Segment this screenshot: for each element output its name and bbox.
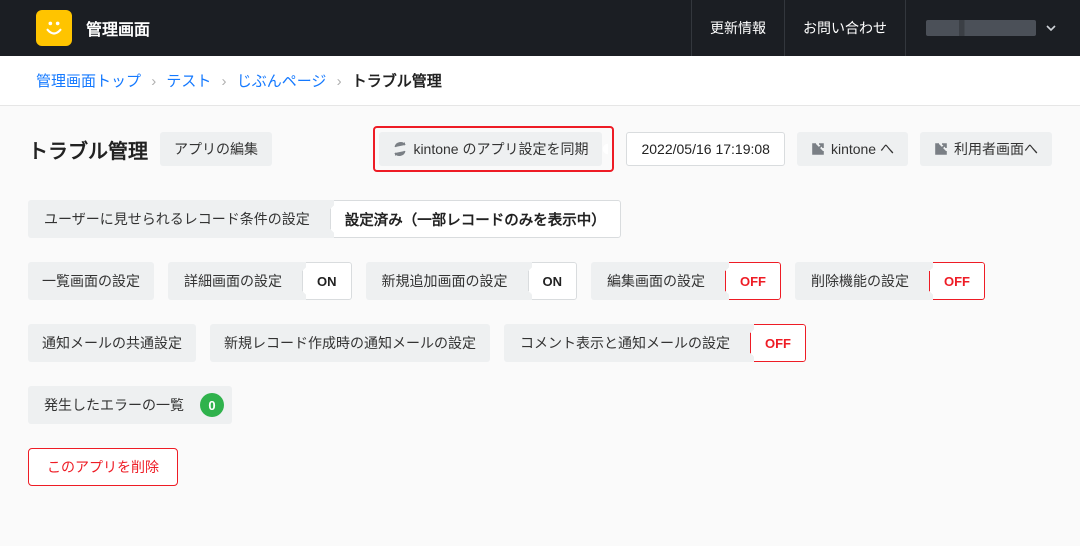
refresh-icon [393,142,407,156]
create-screen-label: 新規追加画面の設定 [366,262,524,300]
delete-app-row: このアプリを削除 [28,448,1052,486]
mail-on-create-setting[interactable]: 新規レコード作成時の通知メールの設定 [210,324,490,362]
delete-feature-setting[interactable]: 削除機能の設定 OFF [795,262,985,300]
brand-logo [36,10,72,46]
last-synced-timestamp: 2022/05/16 17:19:08 [626,132,784,166]
page-title: トラブル管理 [28,135,148,164]
mail-shared-setting[interactable]: 通知メールの共通設定 [28,324,196,362]
breadcrumb-sep: › [151,73,156,90]
chevron-down-icon [1046,23,1056,33]
errors-list-link[interactable]: 発生したエラーの一覧 0 [28,386,232,424]
list-screen-setting[interactable]: 一覧画面の設定 [28,262,154,300]
errors-count-badge: 0 [200,393,224,417]
breadcrumb-sep: › [222,73,227,90]
record-condition-row: ユーザーに見せられるレコード条件の設定 設定済み（一部レコードのみを表示中） [28,200,1052,238]
sync-group-highlight: kintone のアプリ設定を同期 [373,126,614,172]
nav-contact[interactable]: お問い合わせ [784,0,905,56]
mail-comment-setting[interactable]: コメント表示と通知メールの設定 OFF [504,324,806,362]
detail-screen-value: ON [302,262,352,300]
sync-settings-button[interactable]: kintone のアプリ設定を同期 [379,132,602,166]
delete-feature-label: 削除機能の設定 [795,262,925,300]
page-titlebar: トラブル管理 アプリの編集 kintone のアプリ設定を同期 2022/05/… [28,126,1052,172]
breadcrumb-item-test[interactable]: テスト [166,73,211,90]
user-menu[interactable] [905,0,1056,56]
record-condition-label: ユーザーに見せられるレコード条件の設定 [28,200,326,238]
edit-screen-value: OFF [725,262,781,300]
breadcrumb: 管理画面トップ › テスト › じぶんページ › トラブル管理 [0,56,1080,106]
detail-screen-label: 詳細画面の設定 [168,262,298,300]
open-user-view-label: 利用者画面へ [954,139,1038,159]
errors-list-label: 発生したエラーの一覧 [28,386,200,424]
nav-updates[interactable]: 更新情報 [691,0,784,56]
errors-row: 発生したエラーの一覧 0 [28,386,1052,424]
edit-screen-label: 編集画面の設定 [591,262,721,300]
breadcrumb-item-current: トラブル管理 [352,73,442,90]
screen-settings-row: 一覧画面の設定 詳細画面の設定 ON 新規追加画面の設定 ON 編集画面の設定 … [28,262,1052,300]
delete-feature-value: OFF [929,262,985,300]
record-condition-setting[interactable]: ユーザーに見せられるレコード条件の設定 設定済み（一部レコードのみを表示中） [28,200,621,238]
breadcrumb-item-mypage[interactable]: じぶんページ [237,73,327,90]
open-kintone-button[interactable]: kintone へ [797,132,908,166]
external-link-icon [811,142,825,156]
open-user-view-button[interactable]: 利用者画面へ [920,132,1052,166]
mail-comment-label: コメント表示と通知メールの設定 [504,324,746,362]
user-name-placeholder [926,20,1036,36]
global-header: 管理画面 更新情報 お問い合わせ [0,0,1080,56]
edit-screen-setting[interactable]: 編集画面の設定 OFF [591,262,781,300]
create-screen-value: ON [528,262,578,300]
open-kintone-label: kintone へ [831,139,894,159]
delete-app-button[interactable]: このアプリを削除 [28,448,178,486]
sync-settings-label: kintone のアプリ設定を同期 [413,139,588,159]
mail-comment-value: OFF [750,324,806,362]
create-screen-setting[interactable]: 新規追加画面の設定 ON [366,262,578,300]
brand-title: 管理画面 [86,16,150,40]
external-link-icon [934,142,948,156]
detail-screen-setting[interactable]: 詳細画面の設定 ON [168,262,352,300]
record-condition-value: 設定済み（一部レコードのみを表示中） [330,200,621,238]
breadcrumb-item-top[interactable]: 管理画面トップ [36,73,141,90]
mail-settings-row: 通知メールの共通設定 新規レコード作成時の通知メールの設定 コメント表示と通知メ… [28,324,1052,362]
smile-icon [43,17,65,39]
main-content: トラブル管理 アプリの編集 kintone のアプリ設定を同期 2022/05/… [0,106,1080,546]
breadcrumb-sep: › [337,73,342,90]
edit-app-button[interactable]: アプリの編集 [160,132,272,166]
